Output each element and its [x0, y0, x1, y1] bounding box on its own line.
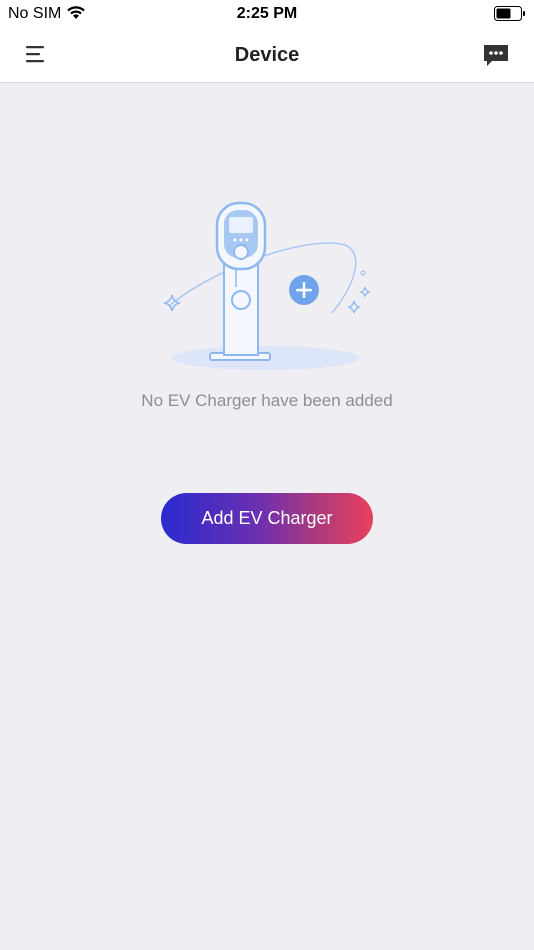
empty-state-message: No EV Charger have been added: [141, 391, 393, 410]
status-time: 2:25 PM: [236, 5, 298, 22]
message-button[interactable]: [482, 42, 510, 70]
page-title: Device: [234, 44, 300, 66]
navigation-bar: Device: [0, 28, 534, 83]
status-bar: No SIM 2:25 PM: [0, 0, 534, 28]
add-ev-charger-button[interactable]: Add EV Charger: [161, 493, 373, 544]
ev-charger-illustration: [162, 201, 371, 370]
battery-icon: [494, 6, 525, 21]
chat-bubble-icon: [484, 45, 508, 66]
